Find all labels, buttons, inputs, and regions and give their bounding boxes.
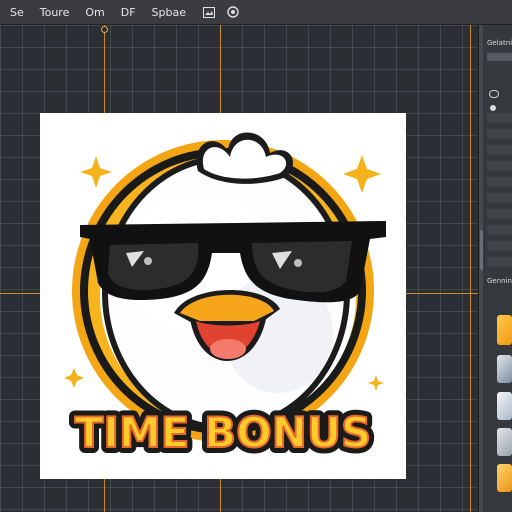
toggle-icon[interactable]	[489, 83, 499, 98]
menu-bar: Se Toure Om DF Spbae	[0, 0, 512, 25]
panel-row[interactable]	[487, 241, 512, 251]
menu-item-3[interactable]: Om	[85, 6, 104, 19]
time-bonus-artwork: TIME BONUS TIME BONUS	[64, 132, 386, 463]
panel-row[interactable]	[487, 129, 512, 139]
panel-row[interactable]	[487, 193, 512, 203]
panel-row[interactable]	[487, 113, 512, 123]
swatch-thumbnail[interactable]	[497, 355, 512, 383]
panel-row[interactable]	[487, 209, 512, 219]
swatch-thumbnail[interactable]	[497, 392, 512, 420]
menu-item-5[interactable]: Spbae	[152, 6, 186, 19]
panel-row[interactable]	[487, 177, 512, 187]
guide-handle[interactable]	[101, 26, 108, 33]
panel-scrollbar[interactable]	[480, 230, 483, 270]
swatch-thumbnail[interactable]	[497, 315, 512, 345]
panel-row[interactable]	[487, 145, 512, 155]
svg-text:TIME BONUS: TIME BONUS	[75, 408, 372, 457]
panel-field[interactable]	[487, 53, 512, 61]
menu-item-4[interactable]: DF	[121, 6, 136, 19]
menu-item-1[interactable]: Se	[10, 6, 24, 19]
menu-item-2[interactable]: Toure	[40, 6, 70, 19]
guide-vertical[interactable]	[470, 25, 471, 512]
panel-section-title: Genning	[487, 277, 512, 285]
panel-row[interactable]	[487, 161, 512, 171]
panel-row[interactable]	[487, 257, 512, 267]
panel-title: Gelatnid	[487, 39, 512, 47]
artboard[interactable]: TIME BONUS TIME BONUS	[40, 113, 406, 479]
image-icon[interactable]	[202, 6, 216, 18]
swatch-thumbnail[interactable]	[497, 428, 512, 456]
canvas[interactable]: TIME BONUS TIME BONUS	[0, 25, 478, 512]
circle-icon[interactable]	[489, 97, 499, 111]
swatch-thumbnail[interactable]	[497, 464, 512, 492]
panel-row[interactable]	[487, 225, 512, 235]
settings-icon[interactable]	[226, 6, 240, 18]
